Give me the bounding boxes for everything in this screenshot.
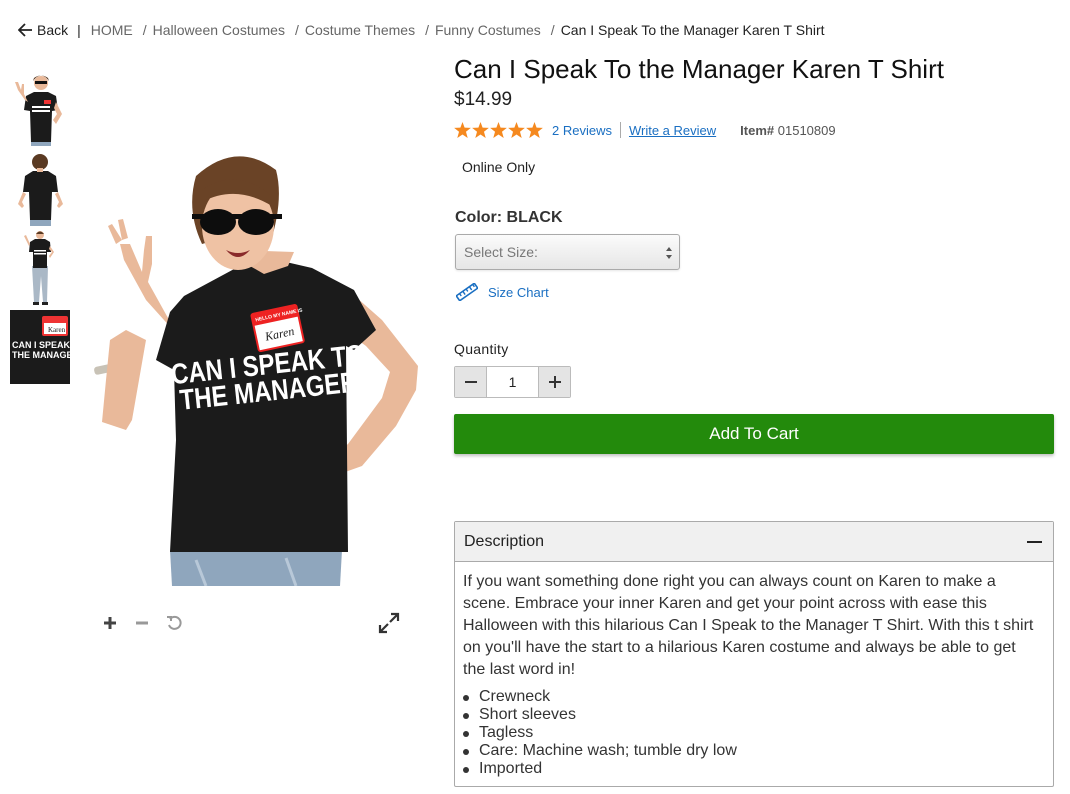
thumbnail-back[interactable]: [10, 150, 70, 226]
svg-text:CAN I SPEAK TO: CAN I SPEAK TO: [12, 340, 70, 350]
product-image: HELLO MY NAME IS Karen CAN I SPEAK TO TH…: [86, 140, 426, 587]
size-chart-link[interactable]: Size Chart: [456, 283, 549, 301]
item-number: Item# 01510809: [740, 123, 835, 138]
description-header[interactable]: Description: [455, 522, 1053, 562]
description-paragraph: If you want something done right you can…: [463, 573, 1034, 678]
breadcrumb: Back | HOME / Halloween Costumes / Costu…: [18, 22, 825, 38]
ruler-icon: [456, 283, 478, 301]
star-rating: [454, 122, 543, 138]
size-chart-label: Size Chart: [488, 284, 549, 300]
breadcrumb-costume-themes[interactable]: Costume Themes: [305, 22, 415, 38]
size-select[interactable]: Select Size:: [455, 234, 680, 270]
write-review-link[interactable]: Write a Review: [629, 123, 716, 138]
zoom-in-icon[interactable]: [100, 612, 120, 634]
reviews-link[interactable]: 2 Reviews: [552, 123, 612, 138]
collapse-icon[interactable]: [1027, 540, 1042, 543]
breadcrumb-slash: /: [425, 22, 429, 38]
breadcrumb-current: Can I Speak To the Manager Karen T Shirt: [560, 22, 825, 38]
star-icon: [454, 122, 471, 138]
star-icon: [508, 122, 525, 138]
color-label: Color: BLACK: [455, 209, 563, 226]
breadcrumb-halloween-costumes[interactable]: Halloween Costumes: [153, 22, 285, 38]
add-to-cart-button[interactable]: Add To Cart: [454, 414, 1054, 454]
svg-text:Karen: Karen: [48, 326, 66, 334]
zoom-out-icon[interactable]: [132, 612, 152, 634]
thumbnail-list: Karen CAN I SPEAK TO THE MANAGER?: [10, 70, 70, 388]
list-item: Crewneck: [463, 688, 1041, 706]
availability-label: Online Only: [462, 159, 536, 175]
star-icon: [526, 122, 543, 138]
svg-text:THE MANAGER?: THE MANAGER?: [12, 350, 70, 360]
select-arrows-icon: [666, 247, 672, 259]
feature-list: Crewneck Short sleeves Tagless Care: Mac…: [463, 688, 1041, 778]
breadcrumb-separator: |: [77, 22, 81, 38]
breadcrumb-home[interactable]: HOME: [91, 22, 133, 38]
star-icon: [490, 122, 507, 138]
back-label: Back: [37, 22, 69, 38]
list-item: Imported: [463, 760, 1041, 778]
item-number-value: 01510809: [777, 122, 836, 138]
list-item: Short sleeves: [463, 706, 1041, 724]
minus-icon: [464, 381, 477, 383]
list-item: Tagless: [463, 724, 1041, 742]
breadcrumb-slash: /: [550, 22, 555, 38]
arrow-left-icon: [18, 23, 32, 37]
size-select-placeholder: Select Size:: [464, 244, 538, 260]
back-link[interactable]: Back: [18, 22, 68, 38]
rating-row: 2 Reviews Write a Review Item# 01510809: [454, 122, 836, 138]
item-number-label: Item#: [740, 122, 775, 138]
description-heading: Description: [464, 532, 545, 550]
quantity-label: Quantity: [454, 341, 509, 357]
quantity-increase-button[interactable]: [539, 367, 570, 397]
description-panel: Description If you want something done r…: [454, 521, 1054, 787]
thumbnail-front[interactable]: [10, 70, 70, 146]
thumbnail-full-body[interactable]: [10, 230, 70, 306]
rating-divider: [619, 122, 621, 138]
description-body: If you want something done right you can…: [455, 562, 1053, 778]
product-price: $14.99: [454, 89, 513, 110]
thumbnail-closeup[interactable]: Karen CAN I SPEAK TO THE MANAGER?: [10, 310, 70, 384]
breadcrumb-funny-costumes[interactable]: Funny Costumes: [435, 22, 541, 38]
star-icon: [472, 122, 489, 138]
quantity-input[interactable]: 1: [486, 367, 539, 397]
list-item: Care: Machine wash; tumble dry low: [463, 742, 1041, 760]
breadcrumb-slash: /: [142, 22, 147, 38]
fullscreen-icon[interactable]: [378, 612, 402, 636]
quantity-stepper: 1: [454, 366, 571, 398]
reset-zoom-icon[interactable]: [164, 612, 184, 634]
quantity-decrease-button[interactable]: [455, 367, 486, 397]
plus-icon: [548, 376, 561, 388]
zoom-controls: [100, 612, 184, 634]
breadcrumb-slash: /: [294, 22, 299, 38]
product-title: Can I Speak To the Manager Karen T Shirt: [454, 54, 944, 84]
